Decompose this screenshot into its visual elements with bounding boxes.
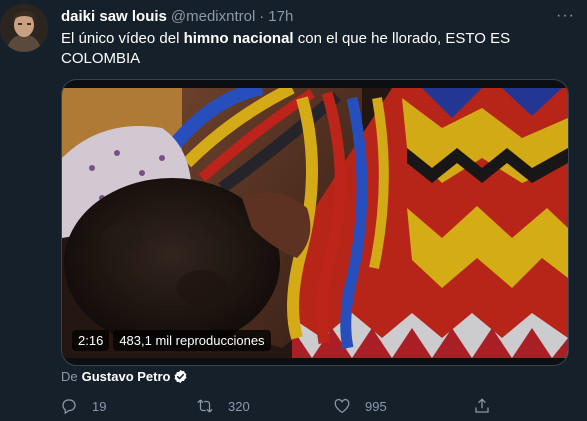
author-avatar[interactable] — [0, 4, 48, 52]
video-frame — [62, 88, 568, 358]
reply-icon — [60, 397, 78, 415]
video-view-count: 483,1 mil reproducciones — [113, 330, 271, 351]
tweet-text-start: El único vídeo del — [61, 30, 184, 47]
tweet-timestamp[interactable]: 17h — [268, 8, 293, 25]
more-icon[interactable]: ··· — [552, 7, 579, 25]
tweet-text-bold: himno nacional — [183, 30, 294, 47]
video-card[interactable]: 2:16 483,1 mil reproducciones — [61, 79, 569, 366]
share-button[interactable] — [473, 397, 491, 415]
author-handle[interactable]: @medixntrol — [171, 8, 255, 25]
like-button[interactable]: 995 — [333, 397, 473, 415]
retweet-count: 320 — [228, 398, 250, 414]
video-duration: 2:16 — [72, 330, 110, 351]
video-info-overlay: 2:16 483,1 mil reproducciones — [72, 330, 271, 351]
tweet-actions: 19 320 995 — [60, 397, 500, 415]
share-icon — [473, 397, 491, 415]
video-attribution: De Gustavo Petro — [61, 369, 188, 384]
like-icon — [333, 397, 351, 415]
like-count: 995 — [365, 398, 387, 414]
attribution-prefix: De — [61, 369, 78, 384]
tweet-header: daiki saw louis @medixntrol · 17h ··· — [61, 6, 579, 26]
retweet-icon — [196, 397, 214, 415]
video-player[interactable] — [62, 88, 568, 358]
reply-button[interactable]: 19 — [60, 397, 196, 415]
verified-badge-icon — [173, 369, 188, 384]
reply-count: 19 — [92, 398, 107, 414]
retweet-button[interactable]: 320 — [196, 397, 333, 415]
header-separator: · — [259, 7, 265, 25]
tweet-text: El único vídeo del himno nacional con el… — [61, 29, 576, 69]
author-name[interactable]: daiki saw louis — [61, 8, 167, 25]
attribution-source[interactable]: Gustavo Petro — [82, 369, 171, 384]
